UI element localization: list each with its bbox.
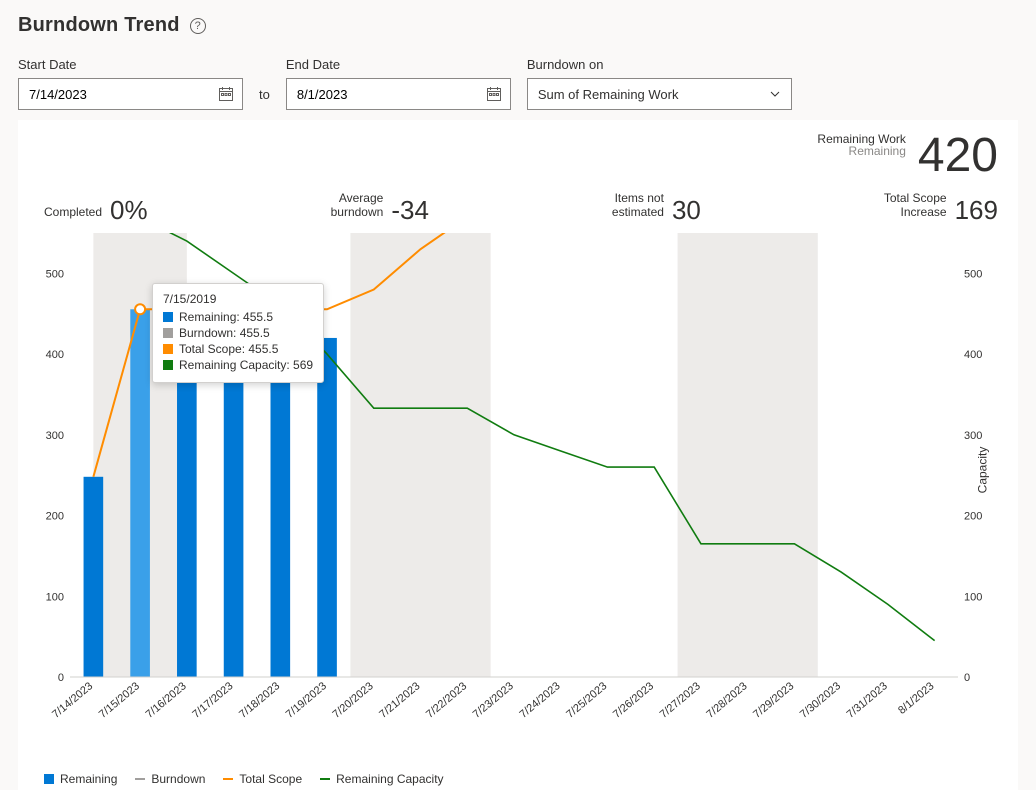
legend-remaining-capacity[interactable]: Remaining Capacity: [320, 772, 443, 786]
svg-text:300: 300: [46, 429, 64, 441]
legend-label-remaining-capacity: Remaining Capacity: [336, 772, 443, 786]
svg-text:7/27/2023: 7/27/2023: [658, 680, 703, 721]
not-estimated-value: 30: [672, 197, 701, 223]
svg-text:7/31/2023: 7/31/2023: [845, 680, 890, 721]
start-date-label: Start Date: [18, 57, 243, 72]
start-date-input[interactable]: [18, 78, 243, 110]
legend-swatch-total-scope: [223, 778, 233, 780]
burndown-on-value: Sum of Remaining Work: [538, 87, 679, 102]
svg-text:0: 0: [58, 672, 64, 684]
svg-text:7/15/2023: 7/15/2023: [97, 680, 142, 721]
legend-swatch-burndown: [135, 778, 145, 780]
svg-text:7/20/2023: 7/20/2023: [331, 680, 376, 721]
completed-label: Completed: [44, 206, 102, 220]
svg-text:7/26/2023: 7/26/2023: [611, 680, 656, 721]
svg-text:500: 500: [964, 268, 982, 280]
tooltip-row: Remaining: 455.5: [163, 310, 313, 324]
scope-increase-label-l2: Increase: [884, 206, 947, 220]
svg-text:7/24/2023: 7/24/2023: [517, 680, 562, 721]
completed-value: 0%: [110, 197, 148, 223]
legend-total-scope[interactable]: Total Scope: [223, 772, 302, 786]
svg-text:7/18/2023: 7/18/2023: [237, 680, 282, 721]
tooltip-swatch: [163, 328, 173, 338]
svg-text:100: 100: [46, 591, 64, 603]
legend-remaining[interactable]: Remaining: [44, 772, 117, 786]
svg-text:100: 100: [964, 591, 982, 603]
remaining-sublabel: Remaining: [817, 144, 905, 158]
legend-swatch-remaining: [44, 774, 54, 784]
svg-text:0: 0: [964, 672, 970, 684]
svg-text:200: 200: [964, 510, 982, 522]
svg-text:7/17/2023: 7/17/2023: [190, 680, 235, 721]
tooltip-series-label: Remaining: 455.5: [179, 310, 273, 324]
legend-burndown[interactable]: Burndown: [135, 772, 205, 786]
to-label: to: [259, 87, 270, 110]
burndown-on-label: Burndown on: [527, 57, 792, 72]
scope-increase-label-l1: Total Scope: [884, 192, 947, 206]
svg-text:7/16/2023: 7/16/2023: [144, 680, 189, 721]
start-date-field[interactable]: [27, 86, 197, 103]
svg-text:7/14/2023: 7/14/2023: [50, 680, 95, 721]
tooltip-swatch: [163, 344, 173, 354]
calendar-icon[interactable]: [218, 86, 234, 102]
svg-text:7/25/2023: 7/25/2023: [564, 680, 609, 721]
svg-text:7/30/2023: 7/30/2023: [798, 680, 843, 721]
svg-text:7/22/2023: 7/22/2023: [424, 680, 469, 721]
svg-text:7/19/2023: 7/19/2023: [284, 680, 329, 721]
tooltip-date: 7/15/2019: [163, 292, 313, 306]
legend-swatch-remaining-capacity: [320, 778, 330, 780]
svg-text:7/29/2023: 7/29/2023: [751, 680, 796, 721]
remaining-work-value: 420: [918, 132, 998, 180]
tooltip-series-label: Remaining Capacity: 569: [179, 358, 313, 372]
tooltip-row: Total Scope: 455.5: [163, 342, 313, 356]
not-estimated-label-l2: estimated: [612, 206, 664, 220]
remaining-work-kpi: Remaining Work Remaining 420: [817, 132, 998, 180]
tooltip-swatch: [163, 312, 173, 322]
help-icon[interactable]: ?: [190, 18, 206, 34]
page-title: Burndown Trend: [18, 14, 180, 37]
avg-burndown-label-l2: burndown: [331, 206, 384, 220]
controls-row: Start Date to End Date: [18, 57, 1018, 110]
legend-label-burndown: Burndown: [151, 772, 205, 786]
svg-text:500: 500: [46, 268, 64, 280]
svg-text:300: 300: [964, 429, 982, 441]
svg-text:400: 400: [46, 349, 64, 361]
legend-label-total-scope: Total Scope: [239, 772, 302, 786]
kpi-row: Completed 0% Average burndown -34 Items …: [34, 192, 1002, 223]
end-date-field[interactable]: [295, 86, 465, 103]
svg-text:7/23/2023: 7/23/2023: [471, 680, 516, 721]
svg-text:7/21/2023: 7/21/2023: [377, 680, 422, 721]
end-date-label: End Date: [286, 57, 511, 72]
svg-text:8/1/2023: 8/1/2023: [896, 680, 937, 717]
chart-tooltip: 7/15/2019 Remaining: 455.5 Burndown: 455.…: [152, 283, 324, 383]
legend-label-remaining: Remaining: [60, 772, 117, 786]
tooltip-row: Remaining Capacity: 569: [163, 358, 313, 372]
end-date-input[interactable]: [286, 78, 511, 110]
tooltip-swatch: [163, 360, 173, 370]
tooltip-series-label: Burndown: 455.5: [179, 326, 270, 340]
avg-burndown-value: -34: [391, 197, 429, 223]
avg-burndown-label-l1: Average: [331, 192, 384, 206]
not-estimated-label-l1: Items not: [612, 192, 664, 206]
right-axis-label: Capacity: [976, 446, 990, 493]
chart-card: Remaining Work Remaining 420 Completed 0…: [18, 120, 1018, 790]
svg-text:7/28/2023: 7/28/2023: [704, 680, 749, 721]
svg-text:200: 200: [46, 510, 64, 522]
burndown-on-dropdown[interactable]: Sum of Remaining Work: [527, 78, 792, 110]
tooltip-series-label: Total Scope: 455.5: [179, 342, 278, 356]
chart-legend: Remaining Burndown Total Scope Remaining…: [44, 772, 444, 786]
calendar-icon[interactable]: [486, 86, 502, 102]
scope-increase-value: 169: [955, 197, 998, 223]
chevron-down-icon: [769, 88, 781, 100]
tooltip-row: Burndown: 455.5: [163, 326, 313, 340]
svg-text:400: 400: [964, 349, 982, 361]
